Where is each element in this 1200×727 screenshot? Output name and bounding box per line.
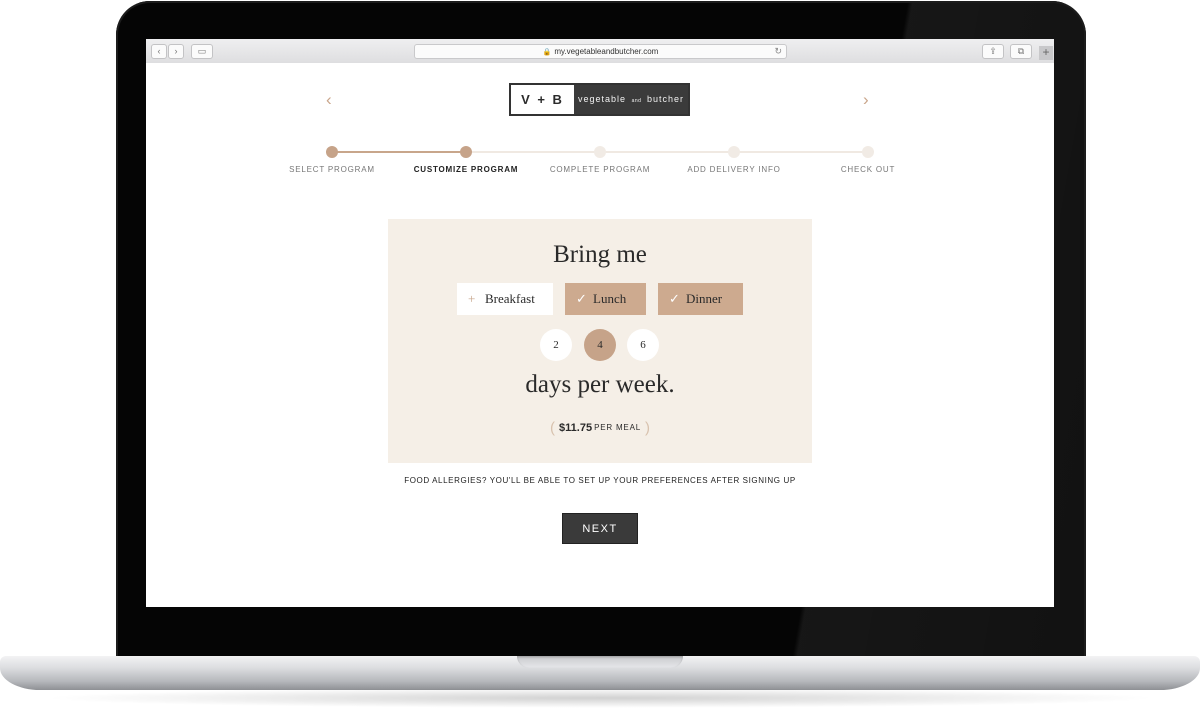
food-allergies-note: FOOD ALLERGIES? YOU'LL BE ABLE TO SET UP… [404, 476, 796, 485]
step-dot-select-program[interactable] [326, 146, 338, 158]
days-option-6[interactable]: 6 [627, 329, 659, 361]
step-dot-customize-program[interactable] [460, 146, 472, 158]
customize-card: Bring me + Breakfast ✓ Lunch ✓ Dinner 2 … [388, 219, 812, 463]
lock-icon: 🔒 [542, 49, 552, 56]
laptop-shadow [40, 688, 1160, 708]
days-option-4[interactable]: 4 [584, 329, 616, 361]
web-page: ‹ V + B vegetable and butcher › SELECT P… [146, 63, 1054, 607]
step-label-check-out: CHECK OUT [840, 165, 896, 174]
share-icon[interactable]: ⇪ [982, 44, 1004, 59]
meal-label: Lunch [593, 291, 627, 306]
step-label-add-delivery-info: ADD DELIVERY INFO [687, 165, 781, 174]
browser-screen: ‹ › ▭ 🔒 my.vegetableandbutcher.com ↻ ⇪ ⧉ … [146, 39, 1054, 607]
forward-icon[interactable]: › [168, 44, 184, 59]
back-icon[interactable]: ‹ [151, 44, 167, 59]
meal-option-lunch[interactable]: ✓ Lunch [565, 283, 646, 315]
days-option-2[interactable]: 2 [540, 329, 572, 361]
sidebar-icon[interactable]: ▭ [191, 44, 213, 59]
step-dot-check-out [862, 146, 874, 158]
meal-label: Dinner [686, 291, 723, 306]
meal-label: Breakfast [485, 291, 535, 306]
laptop-notch [517, 656, 683, 668]
url-text: my.vegetableandbutcher.com [554, 47, 659, 56]
logo-word-butcher: butcher [646, 94, 684, 104]
price-per-meal: ($11.75 PER MEAL) [388, 419, 812, 437]
browser-toolbar: ‹ › ▭ 🔒 my.vegetableandbutcher.com ↻ ⇪ ⧉ … [146, 39, 1054, 64]
plus-icon: + [468, 291, 476, 306]
meal-option-breakfast[interactable]: + Breakfast [457, 283, 553, 315]
next-button[interactable]: NEXT [562, 513, 638, 544]
card-heading: Bring me [553, 241, 647, 268]
next-arrow-icon[interactable]: › [863, 91, 869, 109]
logo-wordmark: vegetable and butcher [574, 85, 688, 114]
logo-word-vegetable: vegetable [578, 94, 627, 104]
step-label-complete-program: COMPLETE PROGRAM [549, 165, 651, 174]
check-icon: ✓ [576, 291, 587, 306]
step-label-select-program[interactable]: SELECT PROGRAM [257, 165, 407, 174]
step-dot-complete-program [594, 146, 606, 158]
stepper-progress [332, 151, 466, 153]
logo[interactable]: V + B vegetable and butcher [509, 83, 690, 116]
price-amount: $11.75 [559, 421, 593, 434]
prev-arrow-icon[interactable]: ‹ [326, 91, 332, 109]
price-open-paren: ( [550, 419, 556, 437]
step-label-customize-program[interactable]: CUSTOMIZE PROGRAM [391, 165, 541, 174]
new-tab-icon[interactable]: + [1039, 46, 1053, 60]
tabs-icon[interactable]: ⧉ [1010, 44, 1032, 59]
logo-word-and: and [631, 98, 642, 104]
logo-mark: V + B [511, 85, 574, 114]
price-unit: PER MEAL [594, 423, 641, 433]
price-close-paren: ) [644, 419, 650, 437]
step-dot-add-delivery-info [728, 146, 740, 158]
address-bar[interactable]: 🔒 my.vegetableandbutcher.com ↻ [414, 44, 787, 59]
check-icon: ✓ [669, 291, 680, 306]
meal-option-dinner[interactable]: ✓ Dinner [658, 283, 743, 315]
reload-icon[interactable]: ↻ [774, 45, 782, 58]
days-per-week-text: days per week. [525, 371, 675, 398]
